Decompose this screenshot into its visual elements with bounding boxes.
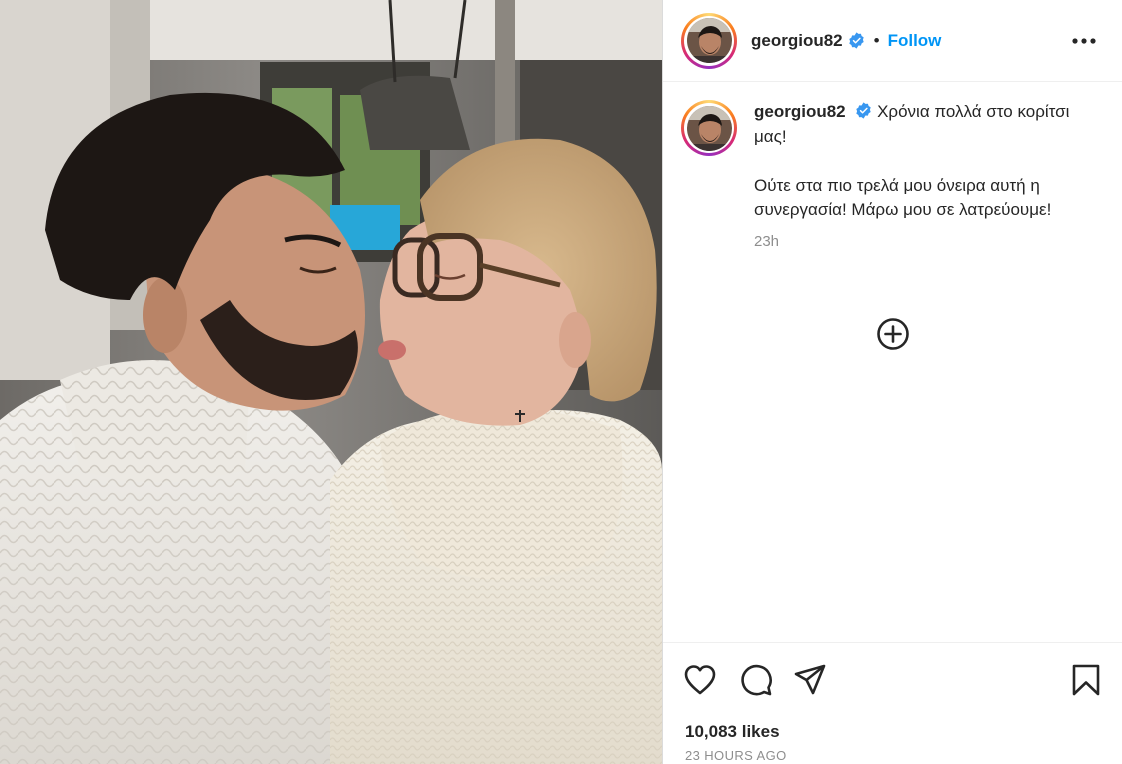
caption-line-2: Ούτε στα πιο τρελά μου όνειρα αυτή η συν… [754,175,1052,220]
author-username[interactable]: georgiou82 [751,31,843,51]
caption-timestamp[interactable]: 23h [754,230,1094,255]
follow-button[interactable]: Follow [888,31,942,51]
heart-icon[interactable] [683,663,717,697]
caption-author-avatar[interactable] [681,100,737,156]
post-header: georgiou82 • Follow [663,0,1122,82]
comment-icon[interactable] [739,663,773,697]
author-avatar[interactable] [681,12,737,69]
post-photo[interactable] [0,0,662,764]
verified-badge-icon [848,32,864,49]
post-side-panel: georgiou82 • Follow georgiou82 Χρόνια πο… [662,0,1122,764]
header-separator: • [873,30,880,50]
bookmark-icon[interactable] [1069,663,1103,697]
caption-username[interactable]: georgiou82 [754,102,846,121]
avatar-image [686,18,732,63]
avatar-image [686,105,732,151]
photo-illustration [0,0,662,764]
more-options-icon[interactable] [1071,28,1097,54]
posted-time[interactable]: 23 HOURS AGO [685,748,787,763]
share-icon[interactable] [793,663,827,697]
verified-badge-icon [856,102,872,119]
caption-text-block: georgiou82 Χρόνια πολλά στο κορίτσι μας!… [754,100,1094,254]
instagram-post: georgiou82 • Follow georgiou82 Χρόνια πο… [0,0,1122,764]
post-caption: georgiou82 Χρόνια πολλά στο κορίτσι μας!… [681,100,1111,254]
post-actions: 10,083 likes 23 HOURS AGO [663,642,1122,764]
plus-circle-icon[interactable] [876,317,910,351]
likes-count[interactable]: 10,083 likes [685,722,780,742]
